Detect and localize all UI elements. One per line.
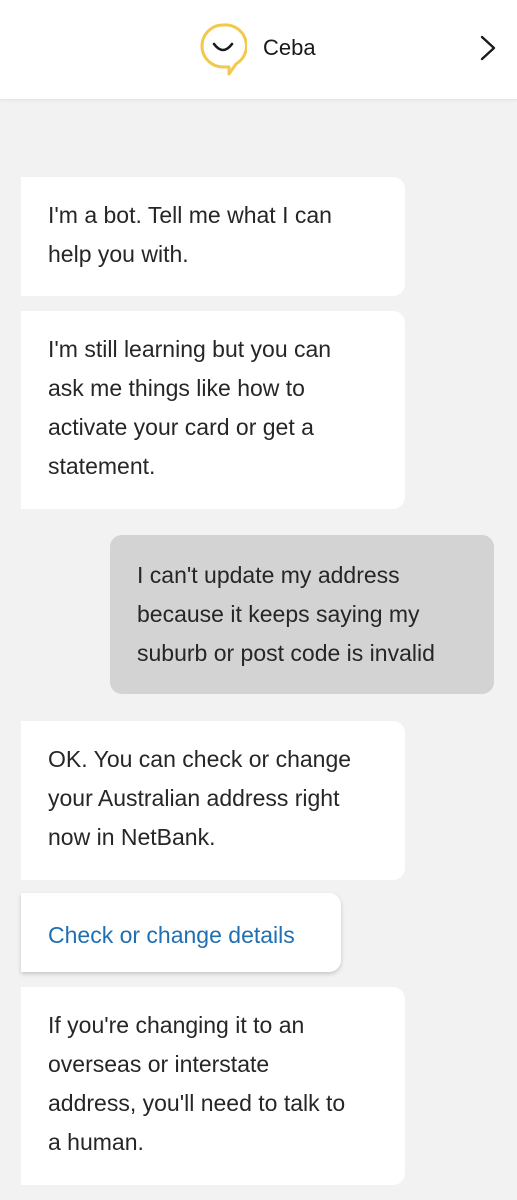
message-line: your Australian address right [48,785,340,811]
message-line: now in NetBank. [48,824,216,850]
chat-title: Ceba [263,35,316,60]
ceba-logo-icon [200,23,247,76]
bot-message: I'm a bot. Tell me what I can help you w… [21,177,405,296]
check-or-change-details-button[interactable]: Check or change details [21,893,341,972]
message-line: help you with. [48,241,189,267]
message-line: I'm a bot. Tell me what I can [48,202,332,228]
message-line: because it keeps saying my [137,601,420,627]
message-line: statement. [48,453,156,479]
message-line: OK. You can check or change [48,746,352,772]
message-line: activate your card or get a [48,414,314,440]
button-label: Check or change details [48,922,295,948]
bot-message: If you're changing it to an overseas or … [21,987,405,1185]
message-line: ask me things like how to [48,375,305,401]
message-line: If you're changing it to an [48,1012,305,1038]
bot-message: OK. You can check or change your Austral… [21,721,405,880]
message-line: I can't update my address [137,562,400,588]
message-line: overseas or interstate [48,1051,270,1077]
chat-header: Ceba [0,0,517,100]
message-line: address, you'll need to talk to [48,1090,346,1116]
chevron-right-icon[interactable] [476,34,500,62]
message-line: a human. [48,1129,144,1155]
user-message: I can't update my address because it kee… [110,535,494,694]
message-line: suburb or post code is invalid [137,640,435,666]
message-line: I'm still learning but you can [48,336,332,362]
bot-message: I'm still learning but you can ask me th… [21,311,405,509]
